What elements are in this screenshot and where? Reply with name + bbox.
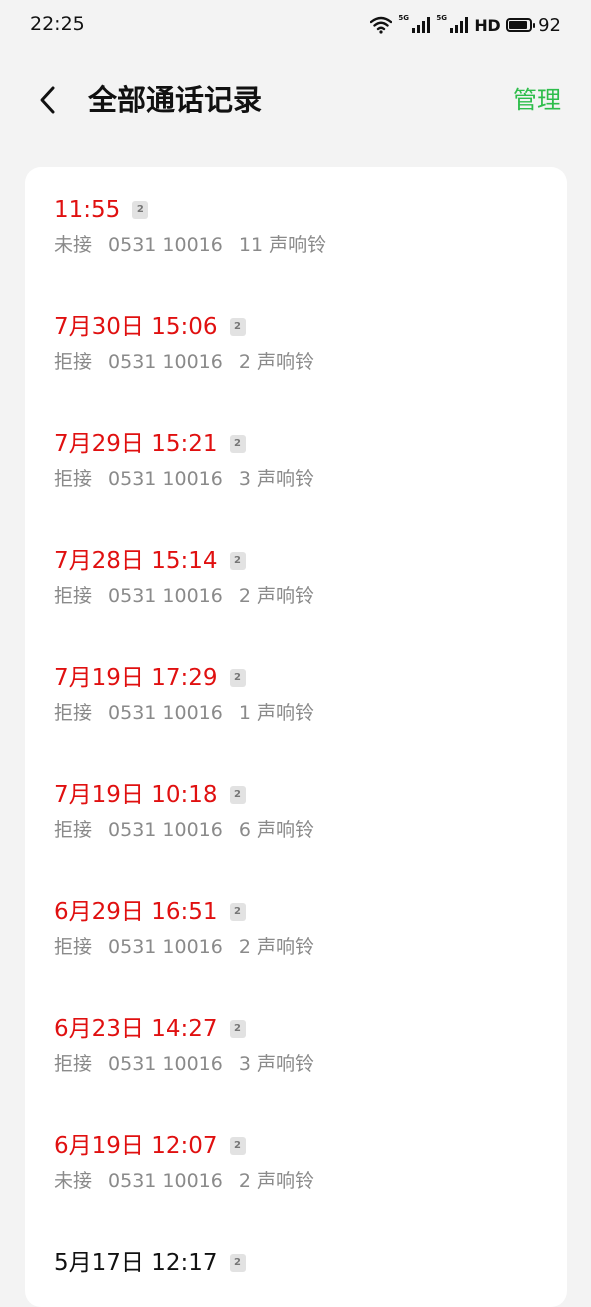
status-icons: 5G 5G HD 92	[370, 13, 561, 37]
page-header: 全部通话记录 管理	[0, 60, 591, 140]
wifi-icon	[370, 16, 393, 34]
call-time: 11:55	[54, 197, 121, 223]
network-tag-2: 5G	[436, 14, 448, 22]
call-number: 0531 10016	[108, 234, 223, 256]
call-record-row[interactable]: 7月19日 17:29 2 拒接 0531 10016 1 声响铃	[54, 663, 534, 743]
sim-card-icon: 2	[229, 1254, 246, 1272]
call-record-row[interactable]: 7月28日 15:14 2 拒接 0531 10016 2 声响铃	[54, 546, 534, 626]
call-time-line: 5月17日 12:17 2	[54, 1248, 534, 1278]
call-time-line: 7月19日 17:29 2	[54, 663, 534, 693]
hd-voice-icon: HD	[474, 15, 501, 35]
call-detail: 拒接 0531 10016 1 声响铃	[54, 701, 534, 725]
call-time: 6月23日 14:27	[54, 1016, 218, 1042]
call-time-line: 6月19日 12:07 2	[54, 1131, 534, 1161]
call-type: 拒接	[54, 702, 93, 724]
page-title: 全部通话记录	[88, 83, 263, 117]
call-number: 0531 10016	[108, 702, 223, 724]
sim-card-icon: 2	[229, 552, 246, 570]
call-time-line: 7月29日 15:21 2	[54, 429, 534, 459]
sim-card-icon: 2	[229, 318, 246, 336]
sim-card-icon: 2	[132, 201, 149, 219]
call-rings: 3 声响铃	[238, 1053, 314, 1075]
call-number: 0531 10016	[108, 819, 223, 841]
call-record-row[interactable]: 6月23日 14:27 2 拒接 0531 10016 3 声响铃	[54, 1014, 534, 1094]
call-type: 拒接	[54, 819, 93, 841]
network-tag-1: 5G	[398, 14, 410, 22]
call-detail: 拒接 0531 10016 2 声响铃	[54, 584, 534, 608]
call-rings: 2 声响铃	[238, 936, 314, 958]
call-number: 0531 10016	[108, 468, 223, 490]
chevron-left-icon	[40, 86, 55, 114]
call-detail: 拒接 0531 10016 2 声响铃	[54, 935, 534, 959]
sim-card-icon: 2	[229, 669, 246, 687]
call-type: 拒接	[54, 936, 93, 958]
call-detail: 拒接 0531 10016 2 声响铃	[54, 350, 534, 374]
call-record-row[interactable]: 6月29日 16:51 2 拒接 0531 10016 2 声响铃	[54, 897, 534, 977]
call-type: 未接	[54, 1170, 93, 1192]
call-type: 拒接	[54, 351, 93, 373]
call-detail: 未接 0531 10016 11 声响铃	[54, 233, 534, 257]
call-type: 拒接	[54, 468, 93, 490]
call-time-line: 7月19日 10:18 2	[54, 780, 534, 810]
call-time: 6月29日 16:51	[54, 899, 218, 925]
signal-icon-sim1: 5G	[398, 14, 431, 33]
call-record-row[interactable]: 6月19日 12:07 2 未接 0531 10016 2 声响铃	[54, 1131, 534, 1211]
call-rings: 11 声响铃	[238, 234, 327, 256]
call-number: 0531 10016	[108, 1170, 223, 1192]
call-time: 7月28日 15:14	[54, 548, 218, 574]
call-type: 未接	[54, 234, 93, 256]
call-number: 0531 10016	[108, 1053, 223, 1075]
call-time: 7月19日 17:29	[54, 665, 218, 691]
call-records-card: 11:55 2 未接 0531 10016 11 声响铃 7月30日 15:06…	[25, 167, 567, 1307]
call-record-row[interactable]: 11:55 2 未接 0531 10016 11 声响铃	[54, 195, 534, 275]
call-time-line: 7月30日 15:06 2	[54, 312, 534, 342]
call-rings: 3 声响铃	[238, 468, 314, 490]
call-time: 7月19日 10:18	[54, 782, 218, 808]
call-detail: 拒接 0531 10016 3 声响铃	[54, 1052, 534, 1076]
sim-card-icon: 2	[229, 786, 246, 804]
sim-card-icon: 2	[229, 435, 246, 453]
manage-button[interactable]: 管理	[513, 80, 561, 120]
call-time-line: 6月29日 16:51 2	[54, 897, 534, 927]
call-time: 7月30日 15:06	[54, 314, 218, 340]
call-detail: 未接 0531 10016 2 声响铃	[54, 1169, 534, 1193]
call-detail: 拒接 0531 10016 6 声响铃	[54, 818, 534, 842]
call-rings: 2 声响铃	[238, 351, 314, 373]
back-button[interactable]	[30, 80, 64, 120]
call-time: 7月29日 15:21	[54, 431, 218, 457]
call-detail: 拒接 0531 10016 3 声响铃	[54, 467, 534, 491]
sim-card-icon: 2	[229, 1020, 246, 1038]
call-record-row[interactable]: 5月17日 12:17 2	[54, 1248, 534, 1307]
sim-card-icon: 2	[229, 903, 246, 921]
signal-icon-sim2: 5G	[436, 14, 469, 33]
call-record-row[interactable]: 7月29日 15:21 2 拒接 0531 10016 3 声响铃	[54, 429, 534, 509]
call-rings: 2 声响铃	[238, 1170, 314, 1192]
call-time-line: 6月23日 14:27 2	[54, 1014, 534, 1044]
call-rings: 2 声响铃	[238, 585, 314, 607]
call-time: 5月17日 12:17	[54, 1250, 218, 1276]
call-number: 0531 10016	[108, 351, 223, 373]
call-type: 拒接	[54, 1053, 93, 1075]
call-rings: 6 声响铃	[238, 819, 314, 841]
call-type: 拒接	[54, 585, 93, 607]
call-number: 0531 10016	[108, 585, 223, 607]
call-number: 0531 10016	[108, 936, 223, 958]
sim-card-icon: 2	[229, 1137, 246, 1155]
battery-percent: 92	[538, 14, 561, 36]
call-time-line: 11:55 2	[54, 195, 534, 225]
status-time: 22:25	[30, 13, 85, 35]
call-record-row[interactable]: 7月30日 15:06 2 拒接 0531 10016 2 声响铃	[54, 312, 534, 392]
call-record-row[interactable]: 7月19日 10:18 2 拒接 0531 10016 6 声响铃	[54, 780, 534, 860]
call-time-line: 7月28日 15:14 2	[54, 546, 534, 576]
status-bar: 22:25 5G 5G HD 92	[0, 0, 591, 52]
battery-icon	[506, 18, 536, 32]
call-time: 6月19日 12:07	[54, 1133, 218, 1159]
call-rings: 1 声响铃	[238, 702, 314, 724]
